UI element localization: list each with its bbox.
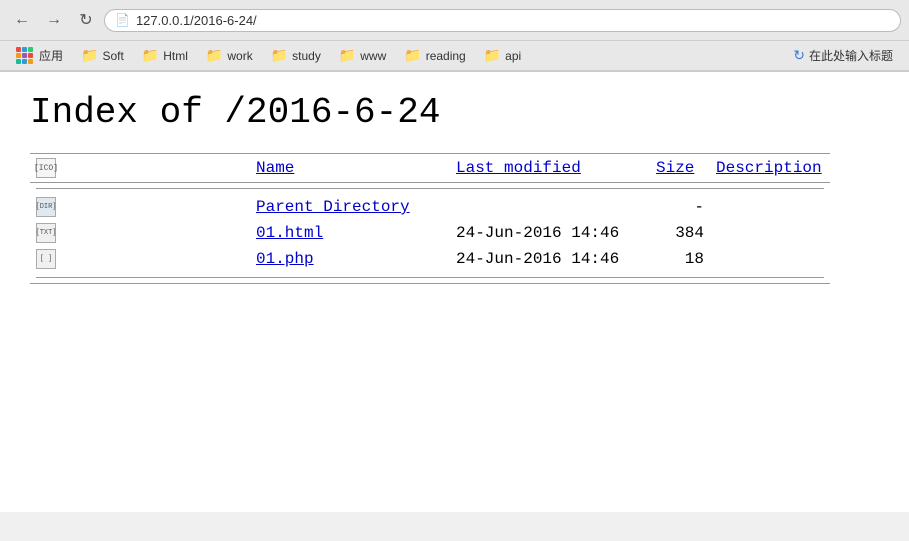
col-header-icon: [ICO]: [30, 154, 250, 183]
file-size-cell: -: [650, 194, 710, 220]
folder-icon-www: 📁: [339, 47, 356, 64]
file-size-cell: 18: [650, 246, 710, 272]
bookmark-special-label: 在此处输入标题: [809, 47, 893, 64]
bookmark-soft-label: Soft: [102, 49, 123, 63]
bookmark-www-label: www: [360, 49, 386, 63]
bookmark-work[interactable]: 📁 work: [198, 44, 261, 67]
bookmark-api[interactable]: 📁 api: [476, 44, 529, 67]
bookmark-special[interactable]: ↻ 在此处输入标题: [785, 44, 901, 67]
file-icon-cell: [DIR]: [30, 194, 250, 220]
browser-chrome: ← → ↻ 📄 127.0.0.1/2016-6-24/ 应用: [0, 0, 909, 72]
file-modified-cell: 24-Jun-2016 14:46: [450, 246, 650, 272]
file-modified-cell: [450, 194, 650, 220]
name-sort-link[interactable]: Name: [256, 159, 294, 177]
bookmark-html[interactable]: 📁 Html: [134, 44, 196, 67]
apps-grid-icon: [16, 47, 33, 64]
file-modified-cell: 24-Jun-2016 14:46: [450, 220, 650, 246]
header-ico-icon: [ICO]: [36, 158, 56, 178]
bookmark-reading[interactable]: 📁 reading: [396, 44, 473, 67]
reload-button[interactable]: ↻: [72, 6, 100, 34]
bookmark-soft[interactable]: 📁 Soft: [73, 44, 132, 67]
address-bar[interactable]: 📄 127.0.0.1/2016-6-24/: [104, 9, 901, 32]
description-sort-link[interactable]: Description: [716, 159, 822, 177]
bookmark-apps[interactable]: 应用: [8, 44, 71, 67]
file-desc-cell: [710, 246, 830, 272]
back-button[interactable]: ←: [8, 6, 36, 34]
page-icon: 📄: [115, 13, 130, 27]
modified-sort-link[interactable]: Last modified: [456, 159, 581, 177]
txt-icon: [TXT]: [36, 223, 56, 243]
bookmark-study-label: study: [292, 49, 321, 63]
bookmarks-bar: 应用 📁 Soft 📁 Html 📁 work 📁 study 📁 www 📁 …: [0, 41, 909, 71]
folder-icon-html: 📁: [142, 47, 159, 64]
address-text: 127.0.0.1/2016-6-24/: [136, 13, 257, 28]
file-name-cell: 01.html: [250, 220, 450, 246]
table-row: [TXT] 01.html 24-Jun-2016 14:46 384: [30, 220, 830, 246]
file-size-cell: 384: [650, 220, 710, 246]
col-header-size: Size: [650, 154, 710, 183]
file-desc-cell: [710, 194, 830, 220]
bookmark-work-label: work: [227, 49, 252, 63]
file-name-cell: Parent Directory: [250, 194, 450, 220]
file-desc-cell: [710, 220, 830, 246]
file-icon-cell: [ ]: [30, 246, 250, 272]
bookmark-apps-label: 应用: [39, 47, 63, 64]
folder-icon-study: 📁: [271, 47, 288, 64]
table-header-row: [ICO] Name Last modified Size Descriptio…: [30, 154, 830, 183]
page-title: Index of /2016-6-24: [30, 92, 879, 133]
table-row: [DIR] Parent Directory -: [30, 194, 830, 220]
file-icon-cell: [TXT]: [30, 220, 250, 246]
size-sort-link[interactable]: Size: [656, 159, 694, 177]
bookmark-www[interactable]: 📁 www: [331, 44, 394, 67]
folder-icon-reading: 📁: [404, 47, 421, 64]
table-row: [ ] 01.php 24-Jun-2016 14:46 18: [30, 246, 830, 272]
file-01php-link[interactable]: 01.php: [256, 250, 314, 268]
bookmark-api-label: api: [505, 49, 521, 63]
col-header-name: Name: [250, 154, 450, 183]
table-separator-2: [30, 272, 830, 284]
unknown-icon: [ ]: [36, 249, 56, 269]
directory-table: [ICO] Name Last modified Size Descriptio…: [30, 153, 830, 284]
bookmark-html-label: Html: [163, 49, 188, 63]
folder-icon-work: 📁: [206, 47, 223, 64]
table-separator-1: [30, 183, 830, 195]
reload-bookmark-icon: ↻: [793, 47, 805, 64]
col-header-description: Description: [710, 154, 830, 183]
dir-icon: [DIR]: [36, 197, 56, 217]
file-01html-link[interactable]: 01.html: [256, 224, 323, 242]
folder-icon-api: 📁: [484, 47, 501, 64]
parent-directory-link[interactable]: Parent Directory: [256, 198, 410, 216]
forward-button[interactable]: →: [40, 6, 68, 34]
folder-icon-soft: 📁: [81, 47, 98, 64]
bookmark-study[interactable]: 📁 study: [263, 44, 329, 67]
nav-bar: ← → ↻ 📄 127.0.0.1/2016-6-24/: [0, 0, 909, 41]
page-content: Index of /2016-6-24 [ICO] Name Last modi…: [0, 72, 909, 512]
col-header-modified: Last modified: [450, 154, 650, 183]
bookmark-reading-label: reading: [426, 49, 466, 63]
file-name-cell: 01.php: [250, 246, 450, 272]
